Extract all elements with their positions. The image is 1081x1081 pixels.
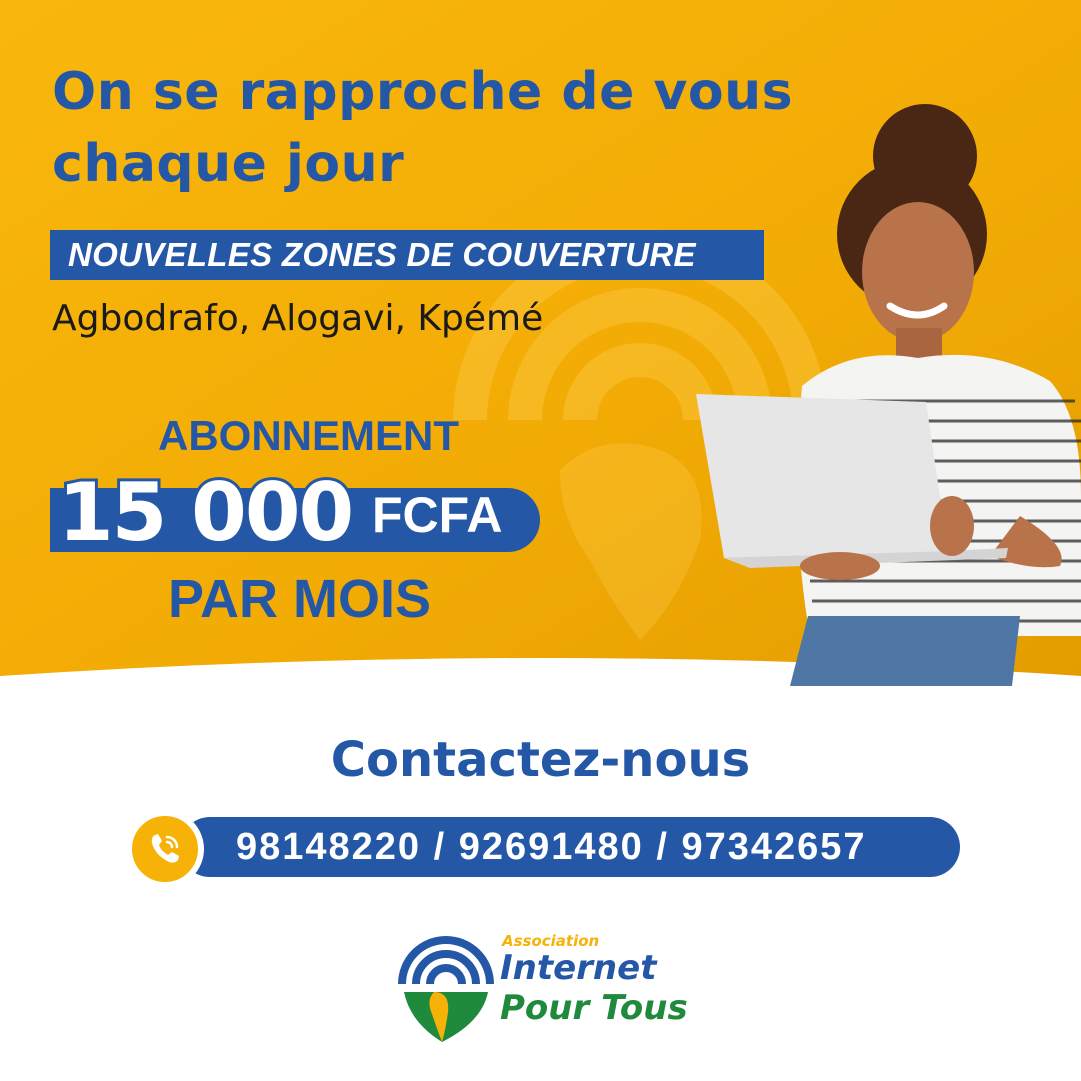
- price-amount: 15 000: [55, 463, 357, 562]
- headline: On se rapproche de vous chaque jour: [52, 56, 793, 200]
- logo-name-line-2: Pour Tous: [500, 988, 688, 1028]
- woman-with-laptop-illustration: [696, 104, 1081, 686]
- coverage-banner: NOUVELLES ZONES DE COUVERTURE: [50, 230, 764, 280]
- price-period: PAR MOIS: [168, 569, 432, 629]
- subscription-label: ABONNEMENT: [158, 412, 459, 459]
- association-logo: Association Internet Pour Tous: [396, 926, 696, 1046]
- phone-numbers[interactable]: 98148220 / 92691480 / 97342657: [236, 826, 867, 869]
- price-currency: FCFA: [372, 487, 503, 543]
- contact-title: Contactez-nous: [330, 732, 751, 788]
- coverage-zones: Agbodrafo, Alogavi, Kpémé: [52, 298, 544, 339]
- headline-line-2: chaque jour: [52, 134, 405, 194]
- hero-section: On se rapproche de vous chaque jour NOUV…: [0, 0, 1081, 720]
- signal-road-logo-icon: [398, 936, 494, 1042]
- headline-line-1: On se rapproche de vous: [52, 62, 794, 122]
- phone-call-icon: [126, 810, 204, 888]
- logo-name-line-1: Internet: [500, 948, 657, 988]
